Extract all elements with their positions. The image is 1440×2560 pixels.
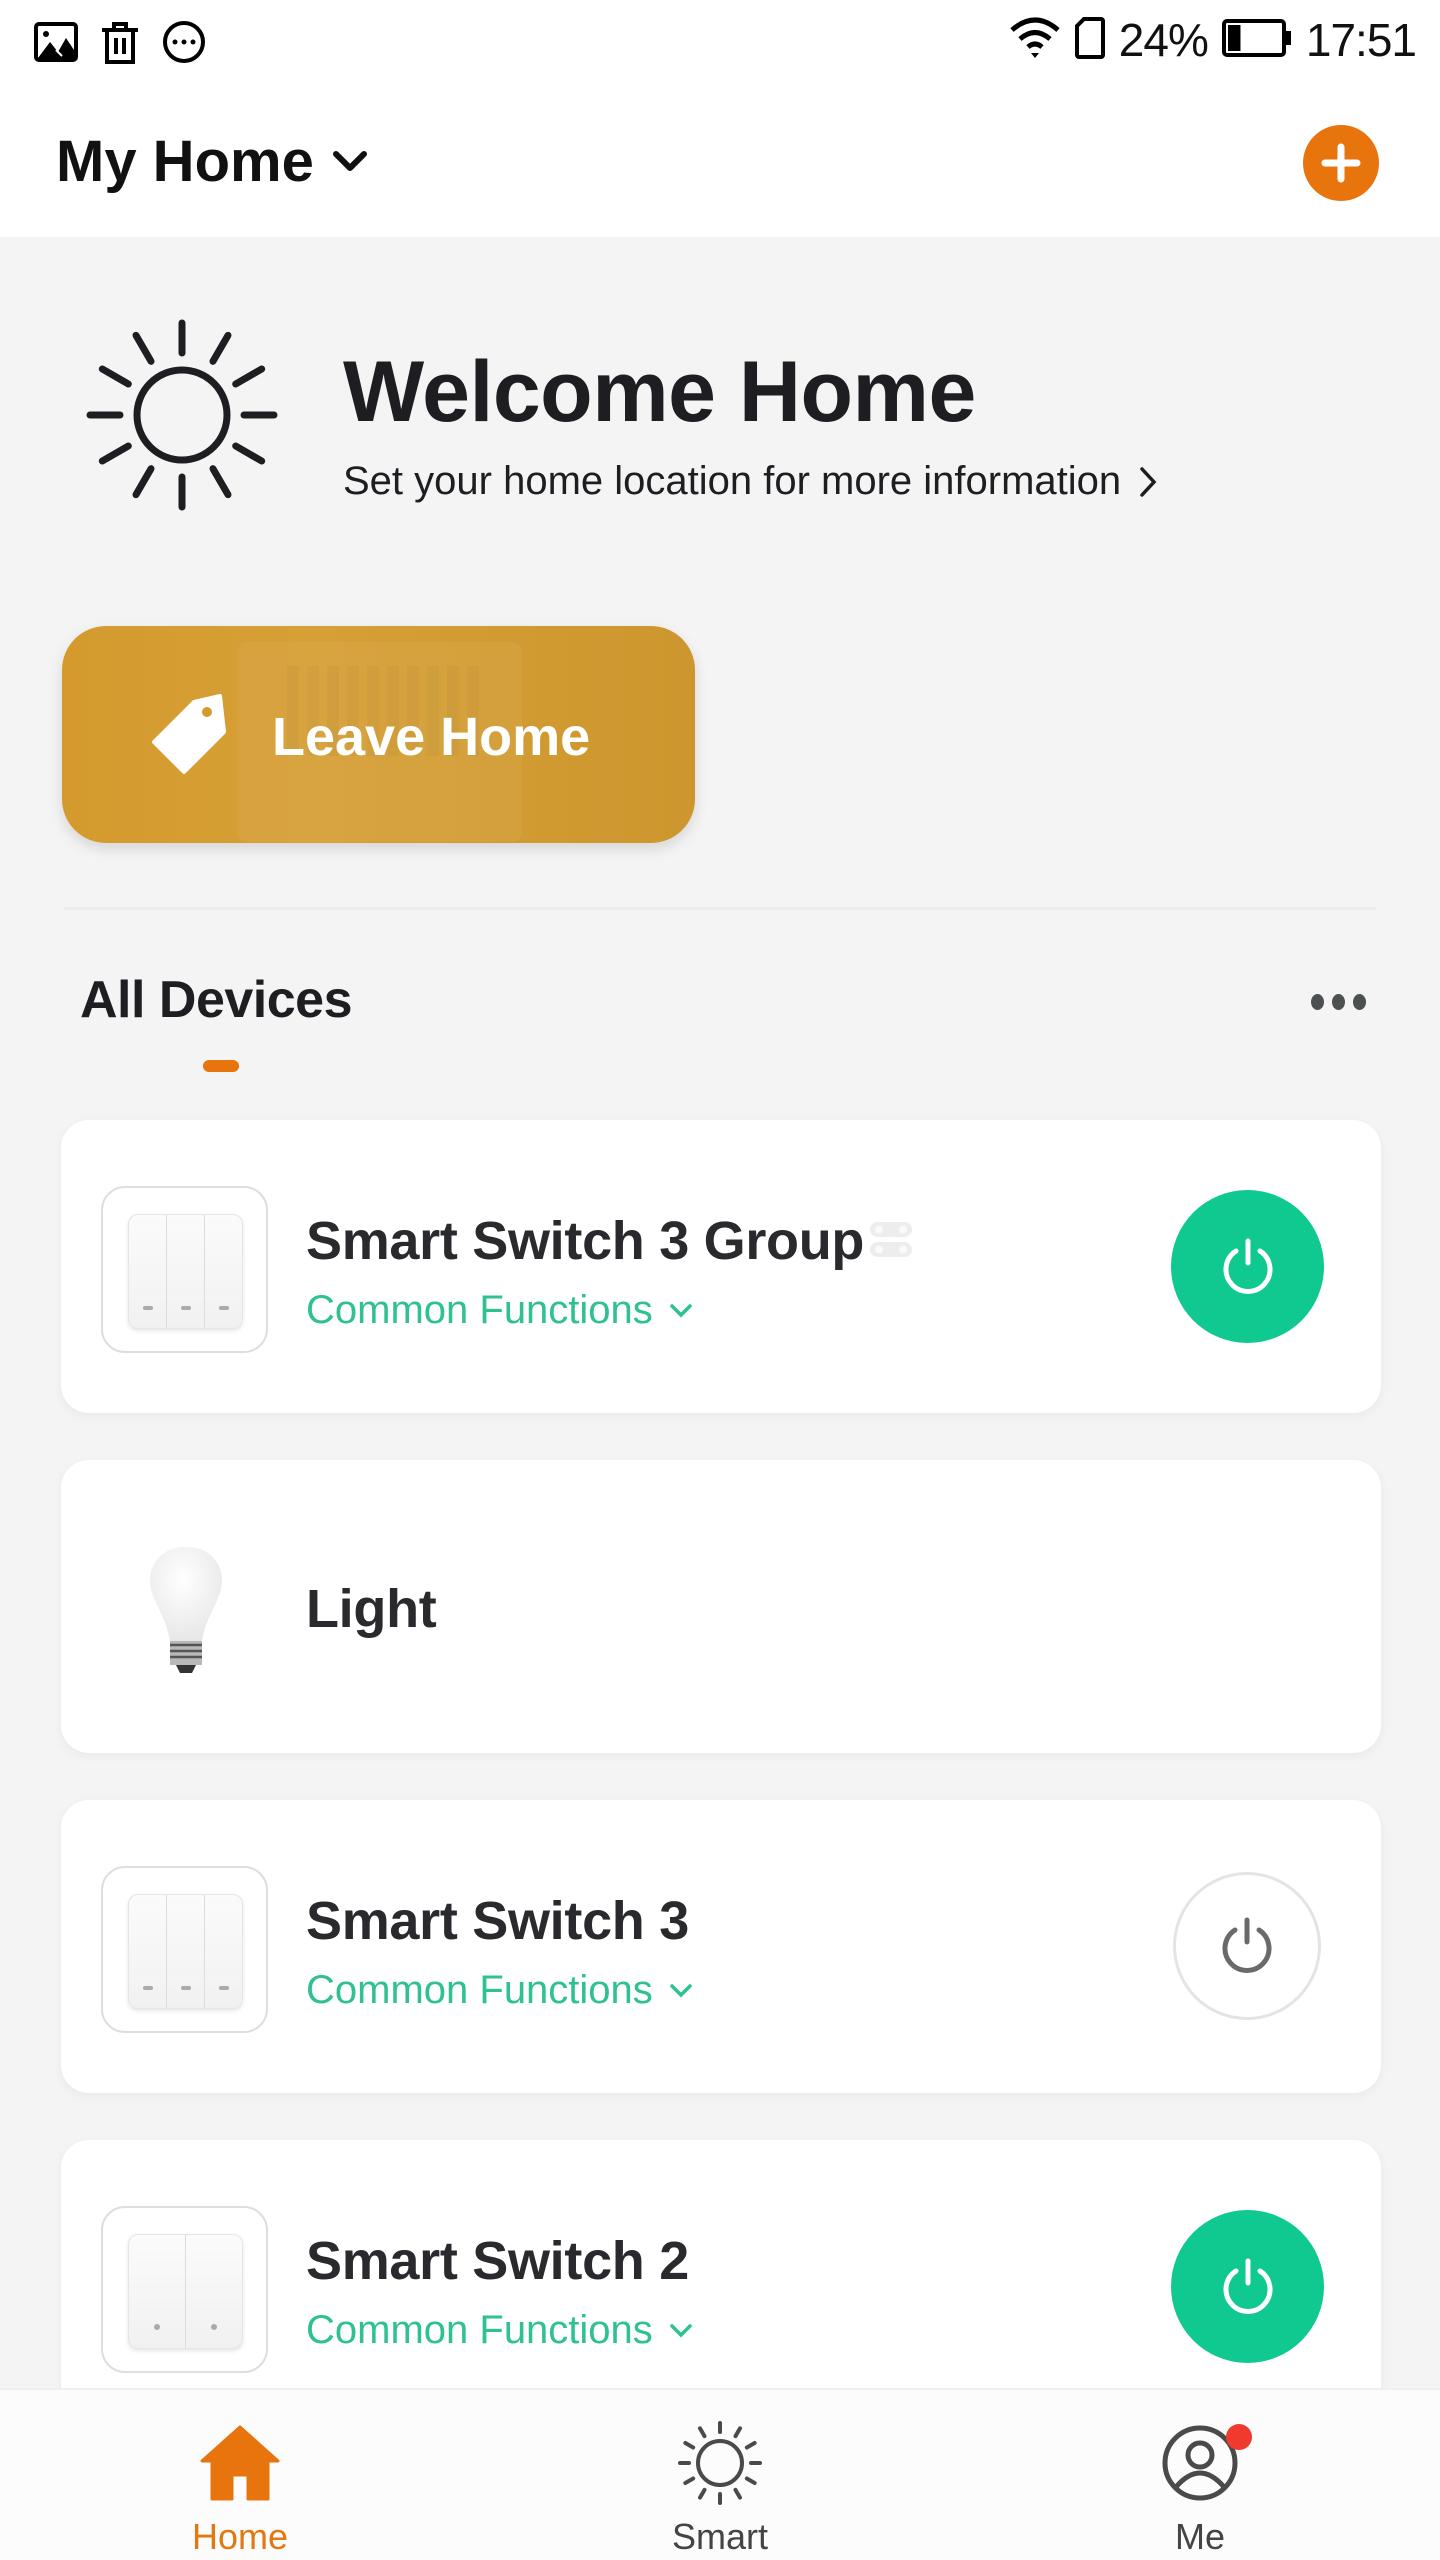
nav-label: Home <box>191 2516 289 2557</box>
power-toggle-button[interactable] <box>1171 1190 1324 1343</box>
nav-label: Smart <box>671 2516 768 2557</box>
sun-ray <box>683 2476 696 2485</box>
gallery-icon <box>34 22 78 67</box>
device-image <box>101 1866 268 2033</box>
sun-ray <box>698 2487 707 2500</box>
device-name: Smart Switch 2 <box>306 2231 689 2291</box>
common-functions-toggle[interactable]: Common Functions <box>306 1288 693 1333</box>
sun-icon <box>678 2421 762 2505</box>
power-toggle-button[interactable] <box>1171 2210 1324 2363</box>
device-name: Smart Switch 3 <box>306 1891 689 1951</box>
section-divider <box>64 907 1376 910</box>
nav-label: Me <box>1174 2516 1225 2557</box>
sun-ray <box>698 2426 707 2439</box>
wifi-icon <box>1009 16 1061 65</box>
device-card[interactable]: Smart Switch 3 Common Functions <box>61 1800 1381 2093</box>
common-functions-label: Common Functions <box>306 1288 653 1332</box>
app-header: My Home <box>0 80 1440 237</box>
more-horizontal-icon-dot <box>1311 994 1324 1010</box>
chevron-down-icon <box>670 1983 692 1997</box>
welcome-subtitle: Set your home location for more informat… <box>343 459 1122 503</box>
common-functions-label: Common Functions <box>306 2308 653 2352</box>
sun-ray <box>132 465 155 499</box>
sim-card-icon <box>1074 16 1105 65</box>
battery-percent: 24% <box>1118 14 1209 66</box>
more-options-button[interactable] <box>1305 988 1372 1016</box>
chevron-down-icon <box>670 2323 692 2337</box>
set-location-link[interactable]: Set your home location for more informat… <box>343 459 1157 504</box>
tab-all-devices[interactable]: All Devices <box>80 970 353 1030</box>
scene-label: Leave Home <box>272 707 591 767</box>
device-name: Smart Switch 3 Group <box>306 1211 865 1271</box>
more-circle-icon <box>162 20 206 69</box>
home-icon <box>200 2425 280 2501</box>
nav-tab-home[interactable]: Home <box>90 2390 390 2560</box>
nav-tab-me[interactable]: Me <box>1050 2390 1350 2560</box>
active-tab-indicator <box>203 1060 239 1072</box>
device-image <box>101 1186 268 1353</box>
common-functions-toggle[interactable]: Common Functions <box>306 2308 693 2353</box>
chevron-down-icon <box>670 1303 692 1317</box>
common-functions-toggle[interactable]: Common Functions <box>306 1968 693 2013</box>
notification-badge <box>1226 2424 1252 2450</box>
power-icon <box>1222 1917 1272 1973</box>
status-bar: 24% 17:51 <box>0 0 1440 80</box>
trash-icon <box>100 20 140 69</box>
add-device-button[interactable] <box>1303 125 1379 201</box>
sun-ray <box>232 365 266 388</box>
common-functions-label: Common Functions <box>306 1968 653 2012</box>
nav-tab-smart[interactable]: Smart <box>570 2390 870 2560</box>
power-toggle-button[interactable] <box>1173 1872 1321 2020</box>
home-name: My Home <box>56 129 314 194</box>
sun-ray <box>232 442 266 465</box>
device-image <box>101 2206 268 2373</box>
switch-2-gang-icon <box>128 2234 243 2349</box>
bottom-navigation: Home Smart Me <box>0 2388 1440 2560</box>
device-name: Light <box>306 1579 437 1639</box>
sun-ray <box>733 2426 742 2439</box>
clock: 17:51 <box>1305 14 1417 66</box>
power-icon <box>1223 2258 1272 2314</box>
power-icon <box>1223 1238 1272 1294</box>
more-horizontal-icon-dot <box>1332 994 1345 1010</box>
home-selector[interactable]: My Home <box>56 128 368 195</box>
sun-ray <box>744 2441 757 2450</box>
sun-icon <box>86 319 278 511</box>
plus-icon <box>1321 143 1361 183</box>
welcome-section: Welcome Home Set your home location for … <box>0 237 1440 597</box>
chevron-right-icon <box>1140 466 1157 497</box>
tag-icon <box>152 694 226 774</box>
device-card[interactable]: Light <box>61 1460 1381 1753</box>
sun-ray <box>733 2487 742 2500</box>
sun-ray <box>209 331 232 365</box>
light-bulb-icon <box>150 1547 222 1673</box>
more-horizontal-icon-dot <box>1353 994 1366 1010</box>
switch-3-gang-icon <box>128 1214 243 1329</box>
group-icon <box>870 1222 912 1257</box>
sun-ray <box>98 365 132 388</box>
leave-home-scene-button[interactable]: Leave Home <box>62 626 695 843</box>
sun-ray <box>744 2476 757 2485</box>
sun-ray <box>683 2441 696 2450</box>
device-card[interactable]: Smart Switch 3 Group Common Functions <box>61 1120 1381 1413</box>
sun-ray <box>132 331 155 365</box>
chevron-down-icon <box>332 150 367 171</box>
switch-3-gang-icon <box>128 1894 243 2009</box>
battery-icon <box>1221 18 1292 63</box>
sun-ray <box>209 465 232 499</box>
sun-ray <box>98 442 132 465</box>
welcome-title: Welcome Home <box>343 344 976 440</box>
